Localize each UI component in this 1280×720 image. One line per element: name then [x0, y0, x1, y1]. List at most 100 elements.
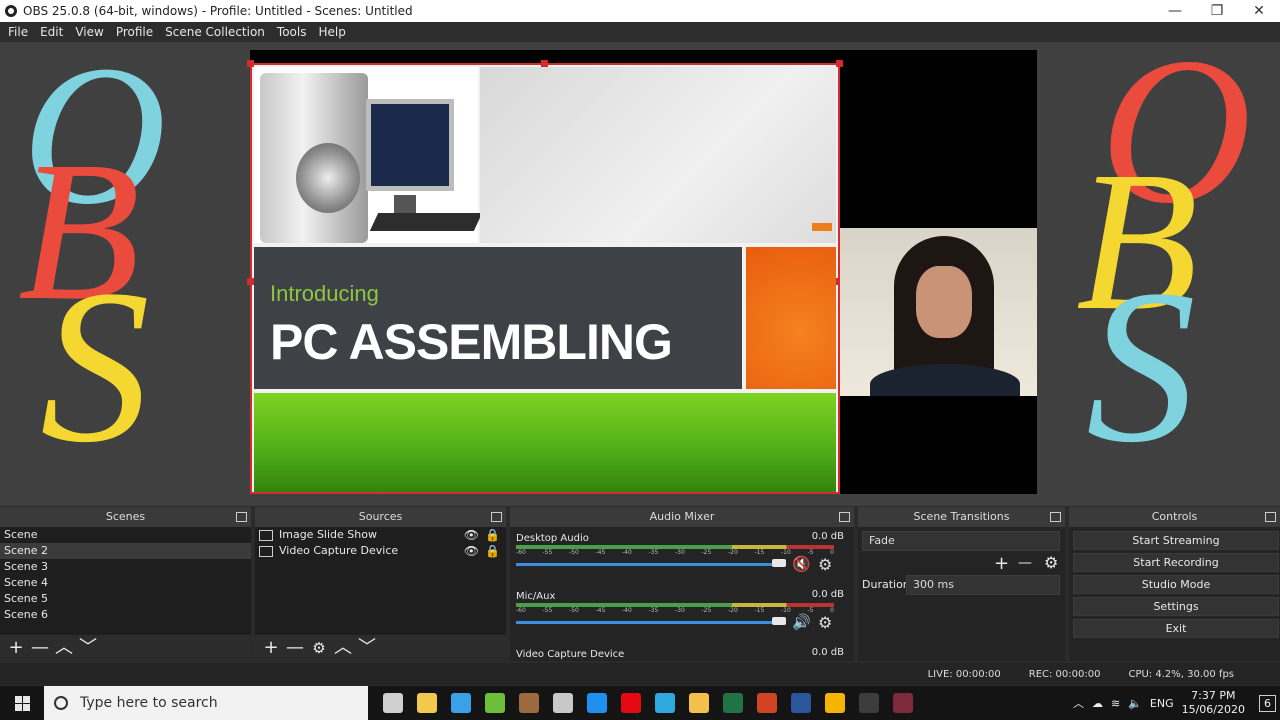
- word-icon[interactable]: [784, 686, 818, 720]
- clock-date: 15/06/2020: [1181, 703, 1245, 716]
- menu-scene-collection[interactable]: Scene Collection: [159, 25, 271, 39]
- transition-select[interactable]: Fade: [862, 531, 1060, 551]
- start-streaming-button[interactable]: Start Streaming: [1073, 531, 1279, 550]
- resize-handle-tc[interactable]: [541, 60, 548, 67]
- resize-handle-tr[interactable]: [836, 60, 843, 67]
- preview-area[interactable]: O B S O B S Introducing PC ASSEMBLING: [0, 42, 1280, 506]
- menu-file[interactable]: File: [2, 25, 34, 39]
- source-selection-box[interactable]: [250, 63, 840, 494]
- scene-item[interactable]: Scene 5: [0, 591, 251, 607]
- scenes-toolbar: + — ︿ ﹀: [0, 635, 251, 661]
- sendanywhere-icon[interactable]: [444, 686, 478, 720]
- scenes-title: Scenes: [105, 510, 146, 523]
- resize-handle-ml[interactable]: [247, 278, 254, 285]
- chrome-icon[interactable]: [818, 686, 852, 720]
- move-source-down-button[interactable]: ﹀: [355, 636, 379, 660]
- netflix-icon[interactable]: [614, 686, 648, 720]
- winrar-icon[interactable]: [512, 686, 546, 720]
- explorer-icon[interactable]: [682, 686, 716, 720]
- visibility-eye-icon[interactable]: 👁: [464, 527, 479, 543]
- show-hidden-icons-chevron-icon[interactable]: ︿: [1073, 695, 1084, 711]
- audio-mixer-dock: Audio Mixer Desktop Audio 0.0 dB -60 -55-…: [510, 507, 854, 661]
- channel-gear-icon[interactable]: ⚙: [818, 613, 832, 632]
- volume-slider[interactable]: [516, 621, 778, 624]
- sway-icon[interactable]: [580, 686, 614, 720]
- menu-edit[interactable]: Edit: [34, 25, 69, 39]
- remove-source-button[interactable]: —: [283, 636, 307, 660]
- output-canvas[interactable]: Introducing PC ASSEMBLING: [247, 50, 1037, 494]
- undock-icon[interactable]: [1050, 512, 1061, 522]
- scene-item[interactable]: Scene 3: [0, 559, 251, 575]
- add-scene-button[interactable]: +: [4, 636, 28, 660]
- scene-item[interactable]: Scene 6: [0, 607, 251, 623]
- cloud-icon[interactable]: ☁: [1092, 697, 1103, 710]
- meter-ticks: -60 -55 -50 -45 -40 -35 -30 -25 -20 -15 -10 -5 0: [516, 607, 834, 614]
- start-button[interactable]: [0, 686, 44, 720]
- speaker-icon[interactable]: 🔊: [792, 613, 811, 631]
- undock-icon[interactable]: [236, 512, 247, 522]
- menu-tools[interactable]: Tools: [271, 25, 313, 39]
- sources-dock-title: Sources: [255, 507, 506, 527]
- move-source-up-button[interactable]: ︿: [331, 636, 355, 660]
- source-item[interactable]: Image Slide Show 👁 🔒: [255, 527, 506, 543]
- taskbar-clock[interactable]: 7:37 PM 15/06/2020: [1182, 689, 1245, 717]
- transition-gear-icon[interactable]: ⚙: [1044, 553, 1058, 572]
- lock-icon[interactable]: 🔒: [485, 543, 500, 559]
- store-icon[interactable]: [410, 686, 444, 720]
- close-button[interactable]: ✕: [1238, 0, 1280, 22]
- menu-view[interactable]: View: [69, 25, 109, 39]
- scene-item-selected[interactable]: Scene 2: [0, 543, 251, 559]
- menu-help[interactable]: Help: [312, 25, 351, 39]
- remove-scene-button[interactable]: —: [28, 636, 52, 660]
- duration-input[interactable]: 300 ms: [906, 575, 1060, 595]
- muted-speaker-icon[interactable]: 🔇: [792, 555, 811, 573]
- source-name: Image Slide Show: [279, 528, 377, 541]
- meter-ticks: -60 -55 -50 -45 -40 -35 -30 -25 -20 -15 -10 -5 0: [516, 549, 834, 556]
- visibility-eye-icon[interactable]: 👁: [464, 543, 479, 559]
- add-source-button[interactable]: +: [259, 636, 283, 660]
- volume-slider[interactable]: [516, 563, 778, 566]
- minimize-button[interactable]: —: [1154, 0, 1196, 22]
- channel-name: Video Capture Device: [516, 649, 625, 660]
- obs-icon[interactable]: [852, 686, 886, 720]
- volume-icon[interactable]: 🔈: [1128, 697, 1142, 710]
- maximize-button[interactable]: ❐: [1196, 0, 1238, 22]
- cortana-icon[interactable]: [546, 686, 580, 720]
- controls-title: Controls: [1151, 510, 1198, 523]
- scenes-dock: Scenes Scene Scene 2 Scene 3 Scene 4 Sce…: [0, 507, 251, 661]
- volume-slider-knob[interactable]: [772, 559, 786, 567]
- scene-item[interactable]: Scene 4: [0, 575, 251, 591]
- task-view-icon[interactable]: [376, 686, 410, 720]
- resize-handle-tl[interactable]: [247, 60, 254, 67]
- move-scene-down-button[interactable]: ﹀: [76, 636, 100, 660]
- undock-icon[interactable]: [839, 512, 850, 522]
- video-editor-icon[interactable]: [886, 686, 920, 720]
- webcam-feed[interactable]: [840, 228, 1037, 396]
- wifi-icon[interactable]: ≋: [1111, 697, 1120, 710]
- move-scene-up-button[interactable]: ︿: [52, 636, 76, 660]
- scene-item[interactable]: Scene: [0, 527, 251, 543]
- undock-icon[interactable]: [1265, 512, 1276, 522]
- taskbar-search-box[interactable]: Type here to search: [44, 686, 368, 720]
- settings-button[interactable]: Settings: [1073, 597, 1279, 616]
- volume-slider-knob[interactable]: [772, 617, 786, 625]
- channel-gear-icon[interactable]: ⚙: [818, 555, 832, 574]
- undock-icon[interactable]: [491, 512, 502, 522]
- exit-button[interactable]: Exit: [1073, 619, 1279, 638]
- remove-transition-button[interactable]: —: [1018, 555, 1032, 571]
- menu-profile[interactable]: Profile: [110, 25, 159, 39]
- start-recording-button[interactable]: Start Recording: [1073, 553, 1279, 572]
- studio-mode-button[interactable]: Studio Mode: [1073, 575, 1279, 594]
- utorrent-icon[interactable]: [478, 686, 512, 720]
- edge-icon[interactable]: [648, 686, 682, 720]
- excel-icon[interactable]: [716, 686, 750, 720]
- source-item[interactable]: Video Capture Device 👁 🔒: [255, 543, 506, 559]
- powerpoint-icon[interactable]: [750, 686, 784, 720]
- title-bar: OBS 25.0.8 (64-bit, windows) - Profile: …: [0, 0, 1280, 22]
- add-transition-button[interactable]: +: [994, 553, 1009, 574]
- source-properties-gear-icon[interactable]: ⚙: [307, 636, 331, 660]
- rec-status: REC: 00:00:00: [1028, 668, 1101, 680]
- language-indicator[interactable]: ENG: [1150, 697, 1174, 710]
- lock-icon[interactable]: 🔒: [485, 527, 500, 543]
- notifications-badge[interactable]: 6: [1259, 694, 1276, 712]
